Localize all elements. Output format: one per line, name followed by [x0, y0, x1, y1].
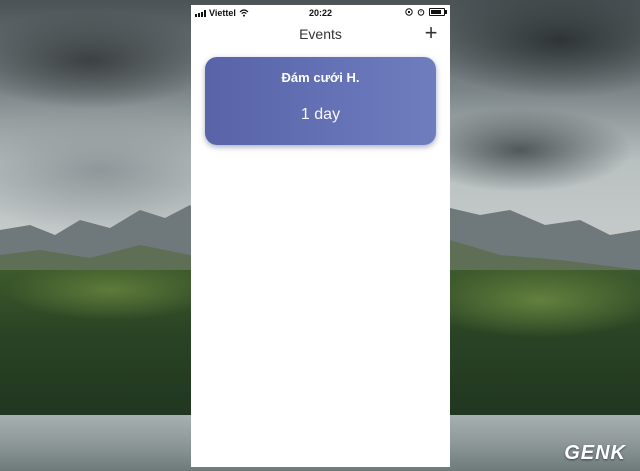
add-event-button[interactable]: +	[420, 20, 442, 45]
plus-icon: +	[424, 20, 438, 45]
watermark-logo: GENK	[564, 442, 626, 464]
orientation-lock-icon	[405, 8, 413, 16]
phone-screen: Viettel 20:22 Events + Đám cưới H. 1 day	[191, 5, 450, 467]
page-title: Events	[299, 26, 342, 42]
event-title: Đám cưới H.	[281, 70, 360, 85]
alarm-icon	[417, 9, 425, 16]
navigation-bar: Events +	[191, 20, 450, 49]
battery-icon	[429, 8, 447, 16]
event-countdown: 1 day	[300, 106, 341, 123]
status-bar: Viettel 20:22	[191, 5, 450, 21]
event-card[interactable]: Đám cưới H. 1 day	[205, 57, 436, 145]
status-right	[405, 8, 447, 16]
